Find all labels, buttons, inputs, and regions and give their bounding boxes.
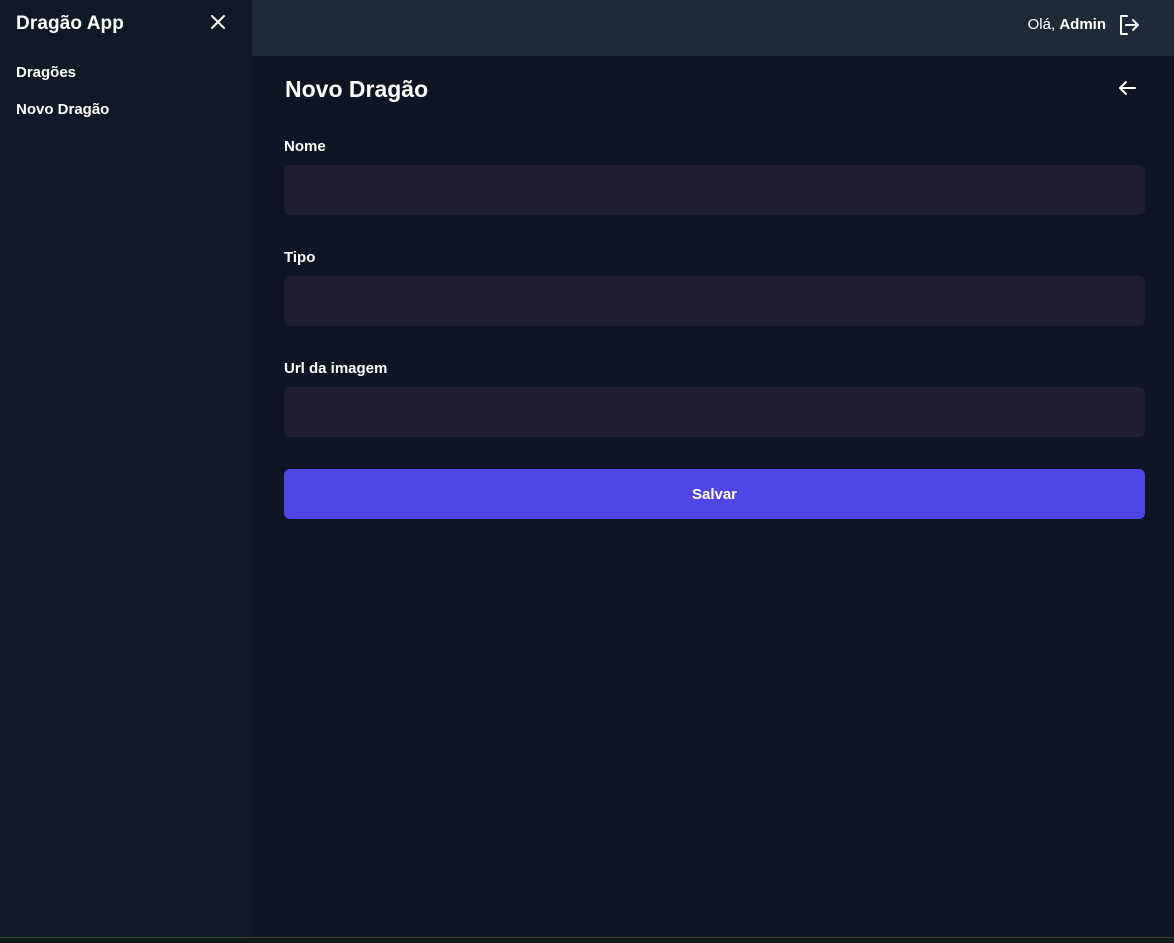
sidebar-item-dragoes[interactable]: Dragões — [16, 62, 109, 99]
arrow-left-icon — [1119, 81, 1136, 95]
tipo-input[interactable] — [284, 276, 1145, 326]
app-root: Dragão App Dragões Novo Dragão Olá, Admi… — [0, 0, 1174, 943]
back-button[interactable] — [1115, 76, 1139, 100]
save-button[interactable]: Salvar — [284, 469, 1145, 519]
page-title: Novo Dragão — [285, 76, 429, 102]
top-header: Olá, Admin — [252, 0, 1174, 56]
close-icon — [211, 15, 225, 29]
logout-button[interactable] — [1116, 12, 1142, 38]
close-sidebar-button[interactable] — [206, 10, 230, 34]
sidebar: Dragão App Dragões Novo Dragão — [0, 0, 252, 937]
sidebar-item-novo-dragao[interactable]: Novo Dragão — [16, 99, 109, 136]
bottom-strip — [0, 937, 1174, 943]
user-name: Admin — [1059, 16, 1106, 33]
url-imagem-input[interactable] — [284, 387, 1145, 437]
app-title: Dragão App — [16, 13, 124, 34]
sidebar-nav: Dragões Novo Dragão — [16, 62, 109, 136]
user-greeting: Olá, Admin — [1028, 16, 1106, 33]
nome-input[interactable] — [284, 165, 1145, 215]
tipo-label: Tipo — [284, 249, 316, 266]
logout-icon — [1120, 15, 1139, 35]
url-imagem-label: Url da imagem — [284, 360, 388, 377]
nome-label: Nome — [284, 138, 326, 155]
greeting-prefix: Olá, — [1027, 16, 1060, 33]
